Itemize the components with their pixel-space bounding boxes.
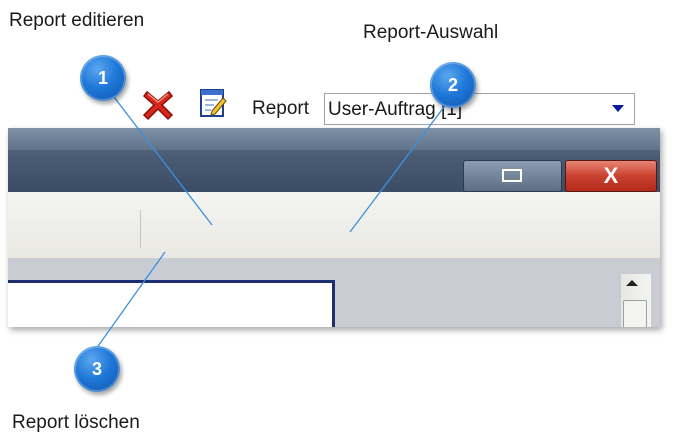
- report-label: Report: [252, 98, 310, 119]
- window-title-bar: X: [8, 128, 660, 192]
- callout-label-report-loeschen: Report löschen: [12, 412, 140, 433]
- scroll-thumb[interactable]: [623, 300, 647, 327]
- callout-badge-3: 3: [74, 346, 120, 392]
- vertical-scrollbar[interactable]: [620, 274, 651, 327]
- application-window-excerpt: X: [8, 128, 660, 327]
- notepad-pencil-icon: [200, 89, 227, 117]
- report-select-dropdown[interactable]: User-Auftrag [1]: [324, 93, 635, 125]
- callout-badge-2: 2: [430, 62, 476, 108]
- delete-report-button[interactable]: [141, 88, 175, 122]
- toolbar-separator: [140, 210, 141, 248]
- edit-report-button[interactable]: [198, 86, 228, 120]
- list-panel[interactable]: [8, 280, 335, 327]
- scroll-up-arrow-icon[interactable]: [626, 280, 638, 286]
- callout-label-report-auswahl: Report-Auswahl: [363, 22, 499, 43]
- dropdown-arrow-icon[interactable]: [612, 105, 624, 112]
- maximize-button[interactable]: [463, 160, 562, 192]
- report-toolbar: [8, 192, 660, 259]
- red-x-icon: [142, 90, 174, 121]
- maximize-icon: [502, 169, 522, 182]
- close-button[interactable]: X: [565, 160, 657, 192]
- callout-badge-1: 1: [80, 55, 126, 101]
- callout-label-report-editieren: Report editieren: [9, 10, 145, 31]
